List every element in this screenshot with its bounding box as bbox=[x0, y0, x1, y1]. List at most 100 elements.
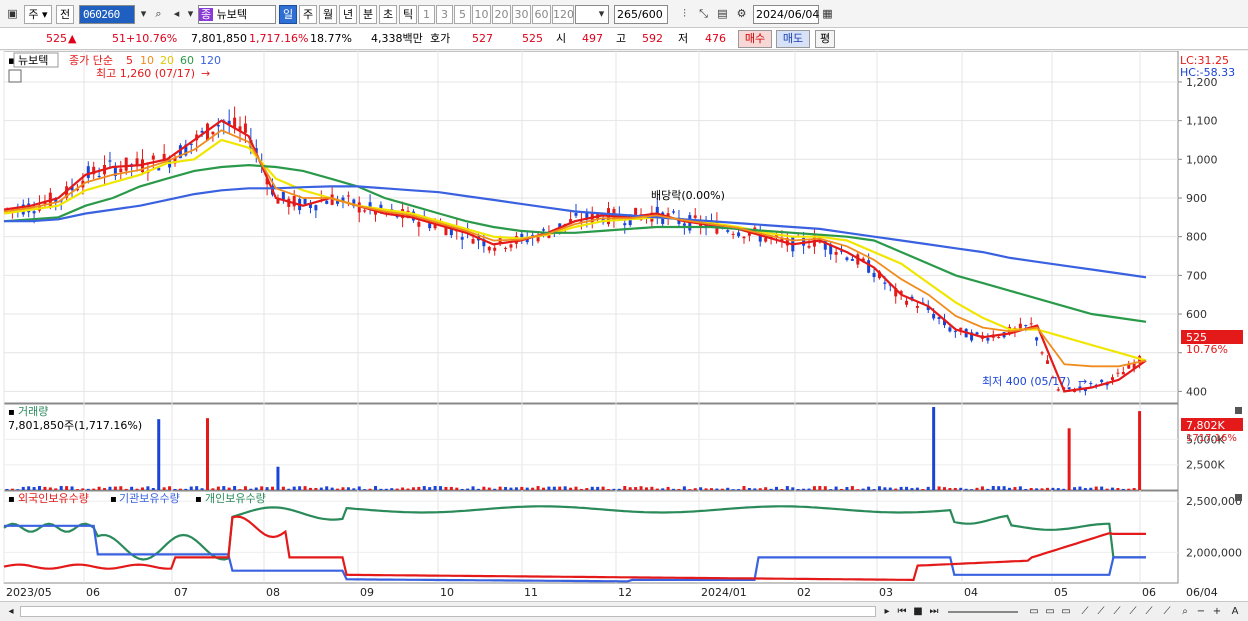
volume-bar bbox=[449, 486, 453, 490]
interval-5[interactable]: 5 bbox=[454, 5, 471, 24]
volume-bar bbox=[184, 488, 188, 490]
volume-bar bbox=[368, 488, 372, 490]
candle-body bbox=[216, 125, 220, 127]
date-input[interactable]: 2024/06/04 bbox=[753, 5, 819, 24]
open-price: 497 bbox=[582, 32, 603, 45]
interval-10[interactable]: 10 bbox=[472, 5, 491, 24]
volume-bar bbox=[1002, 486, 1006, 490]
candle-body bbox=[200, 130, 204, 133]
volume-bar bbox=[498, 486, 502, 490]
y-tick-label: 1,000 bbox=[1186, 153, 1218, 166]
candle-body bbox=[417, 221, 421, 227]
horizontal-scrollbar[interactable] bbox=[20, 606, 876, 617]
volume-bar bbox=[834, 486, 838, 490]
volume-bar bbox=[899, 486, 903, 490]
gear-icon[interactable]: ⚙ bbox=[733, 5, 750, 24]
candle-body bbox=[742, 236, 746, 239]
prev-button[interactable]: 전 bbox=[56, 5, 74, 24]
interval-1[interactable]: 1 bbox=[418, 5, 435, 24]
sell-button[interactable]: 매도 bbox=[776, 30, 810, 48]
volume-bar bbox=[574, 486, 578, 490]
volume-bar bbox=[764, 487, 768, 490]
zoom-out-icon[interactable]: − bbox=[1194, 604, 1208, 619]
font-size-icon[interactable]: A bbox=[1228, 604, 1242, 619]
volume-bar bbox=[709, 488, 713, 490]
period-second[interactable]: 초 bbox=[379, 5, 397, 24]
ma-label-5: 5 bbox=[126, 54, 133, 67]
volume-bar bbox=[536, 486, 540, 490]
cursor-icon[interactable]: ⤡ bbox=[695, 5, 712, 24]
draw-icon[interactable]: ⟋ bbox=[1110, 604, 1124, 619]
stop-icon[interactable]: ■ bbox=[911, 604, 925, 619]
volume-bar bbox=[97, 486, 101, 490]
chevron-down-icon[interactable]: ▾ bbox=[593, 5, 610, 24]
volume-bar bbox=[818, 485, 822, 490]
period-day[interactable]: 일 bbox=[279, 5, 297, 24]
volume-bar bbox=[1008, 487, 1012, 490]
price-panel-frame bbox=[3, 50, 1179, 404]
chart-area[interactable]: 1,200 1,100 1,000 900 800 700 600 400 2023/05 06 0… bbox=[0, 50, 1248, 601]
period-week[interactable]: 주 bbox=[299, 5, 317, 24]
data-count-field[interactable]: 265/600 bbox=[614, 5, 668, 24]
high-price: 592 bbox=[642, 32, 663, 45]
interval-3[interactable]: 3 bbox=[436, 5, 453, 24]
candle-type-icon[interactable]: ⫶ bbox=[676, 5, 693, 24]
volume-bar bbox=[493, 488, 497, 490]
volume-bar bbox=[303, 486, 307, 490]
ma-label-10: 10 bbox=[140, 54, 154, 67]
period-year[interactable]: 년 bbox=[339, 5, 357, 24]
stock-code-input[interactable]: 060260 bbox=[79, 5, 135, 24]
candle-body bbox=[623, 223, 627, 226]
interval-30[interactable]: 30 bbox=[512, 5, 531, 24]
volume-bar bbox=[162, 487, 166, 490]
layout-icon[interactable]: ▭ bbox=[1043, 604, 1057, 619]
period-minute[interactable]: 분 bbox=[359, 5, 377, 24]
stock-name-field[interactable]: 종 뉴보텍 bbox=[198, 5, 276, 24]
zoom-search-icon[interactable]: ⌕ bbox=[1178, 604, 1192, 619]
candle-body bbox=[346, 195, 350, 197]
chart-svg: 1,2001,1001,0009008007006004002023/05 06 0… bbox=[3, 50, 1243, 599]
draw-icon[interactable]: ⟋ bbox=[1126, 604, 1140, 619]
volume-bar bbox=[590, 486, 594, 490]
draw-icon[interactable]: ⟋ bbox=[1078, 604, 1092, 619]
interval-60[interactable]: 60 bbox=[532, 5, 551, 24]
volume-bar bbox=[980, 486, 984, 490]
chevron-down-icon[interactable]: ▾ bbox=[182, 5, 199, 24]
draw-icon[interactable]: ⟋ bbox=[1142, 604, 1156, 619]
rewind-icon[interactable]: ⏮ bbox=[895, 604, 909, 619]
zoom-in-icon[interactable]: + bbox=[1210, 604, 1224, 619]
avg-button[interactable]: 평 bbox=[815, 30, 835, 48]
draw-icon[interactable]: ⟋ bbox=[1094, 604, 1108, 619]
calendar-icon[interactable]: ▦ bbox=[819, 5, 836, 24]
volume-bar bbox=[569, 487, 573, 490]
period-month[interactable]: 월 bbox=[319, 5, 337, 24]
panel-toggle-icon[interactable]: ▪ bbox=[8, 494, 15, 505]
window-icon[interactable]: ▣ bbox=[4, 5, 21, 24]
interval-20[interactable]: 20 bbox=[492, 5, 511, 24]
zoom-slider[interactable] bbox=[948, 611, 1018, 613]
table-icon[interactable] bbox=[8, 69, 22, 83]
panel-toggle-icon[interactable]: ▪ bbox=[8, 407, 15, 418]
volume-bar bbox=[384, 488, 388, 490]
layout-icon[interactable]: ▭ bbox=[1027, 604, 1041, 619]
volume-bar bbox=[932, 407, 936, 490]
scroll-right-icon[interactable]: ▸ bbox=[880, 604, 894, 619]
volume-bar bbox=[991, 486, 995, 490]
volume-bar bbox=[444, 486, 448, 490]
volume-panel-close-icon[interactable] bbox=[1235, 407, 1242, 414]
search-icon[interactable]: ⌕ bbox=[150, 5, 167, 24]
type-select[interactable]: 주 ▾ bbox=[24, 5, 52, 24]
buy-button[interactable]: 매수 bbox=[738, 30, 772, 48]
holding-panel-close-icon[interactable] bbox=[1235, 494, 1242, 501]
layout-icon[interactable]: ▭ bbox=[1059, 604, 1073, 619]
scroll-left-icon[interactable]: ◂ bbox=[4, 604, 18, 619]
volume-bar bbox=[92, 488, 96, 490]
fast-forward-icon[interactable]: ⏭ bbox=[927, 604, 941, 619]
candle-body bbox=[211, 131, 215, 135]
volume-bar bbox=[200, 488, 204, 490]
save-icon[interactable]: ▤ bbox=[714, 5, 731, 24]
period-tick[interactable]: 틱 bbox=[399, 5, 417, 24]
draw-icon[interactable]: ⟋ bbox=[1160, 604, 1174, 619]
volume-bar bbox=[558, 486, 562, 490]
interval-120[interactable]: 120 bbox=[552, 5, 574, 24]
